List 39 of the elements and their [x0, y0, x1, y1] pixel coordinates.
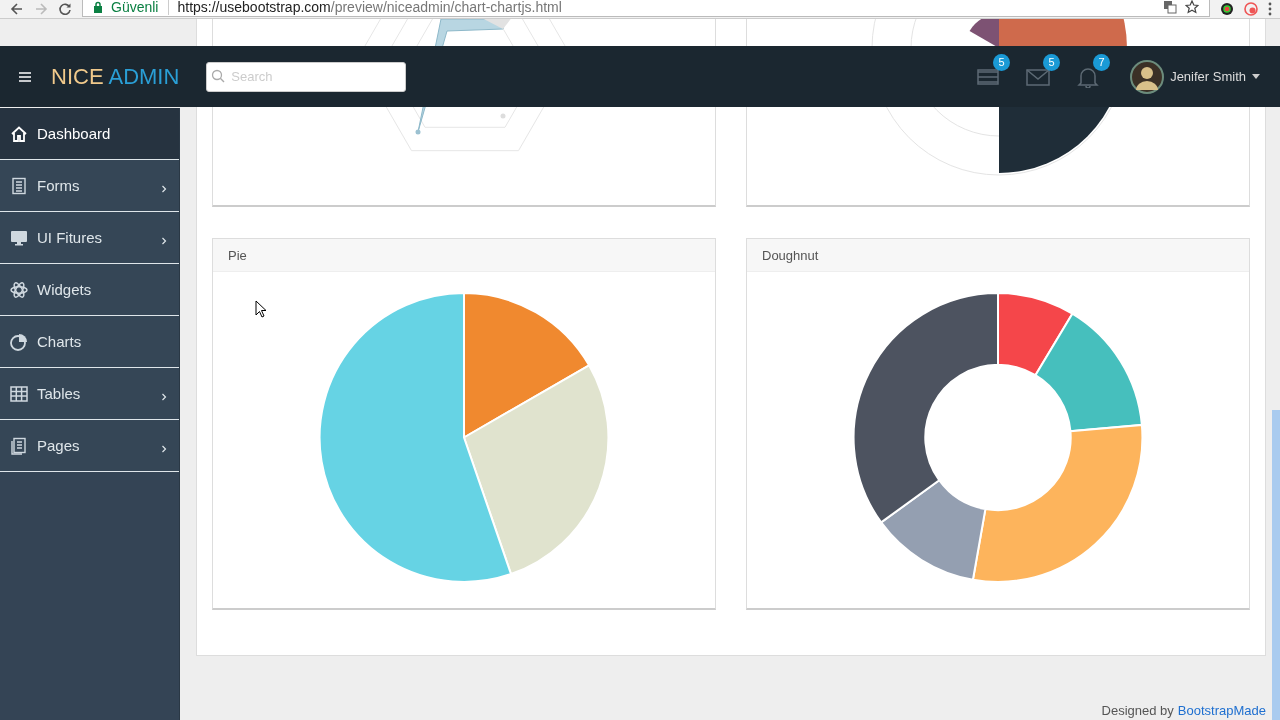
url-text: https://usebootstrap.com/preview/niceadmin/chart-chartjs.html — [177, 0, 562, 15]
data-point — [500, 113, 506, 119]
chevron-icon — [161, 444, 167, 453]
scrollbar-thumb[interactable] — [1272, 410, 1280, 720]
translate-icon[interactable] — [1163, 0, 1177, 14]
notification-badge: 5 — [1043, 53, 1061, 71]
notification-badge: 7 — [1093, 53, 1111, 71]
document-icon — [10, 176, 28, 195]
data-point — [415, 129, 421, 135]
back-icon[interactable] — [10, 2, 24, 16]
pages-icon — [10, 436, 28, 455]
logo[interactable]: NICE ADMIN — [51, 63, 180, 90]
notification-badge: 5 — [993, 53, 1011, 71]
table-icon — [10, 384, 28, 403]
cursor-icon — [255, 300, 267, 318]
sidebar-item[interactable]: Dashboard — [0, 108, 179, 160]
reload-icon[interactable] — [58, 2, 72, 16]
atom-icon — [10, 280, 28, 299]
chevron-icon — [161, 236, 167, 245]
menu-icon[interactable] — [1268, 2, 1272, 16]
card-title: Doughnut — [762, 247, 819, 263]
chevron-icon — [161, 184, 167, 193]
pie-chart-icon — [10, 332, 28, 351]
footer-link[interactable]: BootstrapMade — [1177, 703, 1266, 718]
avatar-icon — [1130, 59, 1165, 94]
star-icon[interactable] — [1185, 0, 1199, 14]
security-label: Güvenli — [111, 0, 170, 15]
monitor-icon — [10, 228, 28, 247]
extension-icon[interactable] — [1220, 2, 1234, 16]
footer-text: Designed by — [1101, 703, 1174, 718]
menu-icon[interactable] — [18, 70, 32, 83]
caret-icon — [1252, 74, 1260, 79]
lock-icon — [93, 0, 103, 13]
user-menu[interactable]: Jenifer Smith — [1130, 59, 1260, 94]
address-bar[interactable]: Güvenli https://usebootstrap.com/preview/niceadmin/chart-chartjs.html — [82, 0, 1210, 17]
chevron-icon — [161, 392, 167, 401]
card-title: Pie — [228, 247, 247, 263]
search-icon — [211, 68, 226, 83]
home-icon — [10, 124, 28, 143]
